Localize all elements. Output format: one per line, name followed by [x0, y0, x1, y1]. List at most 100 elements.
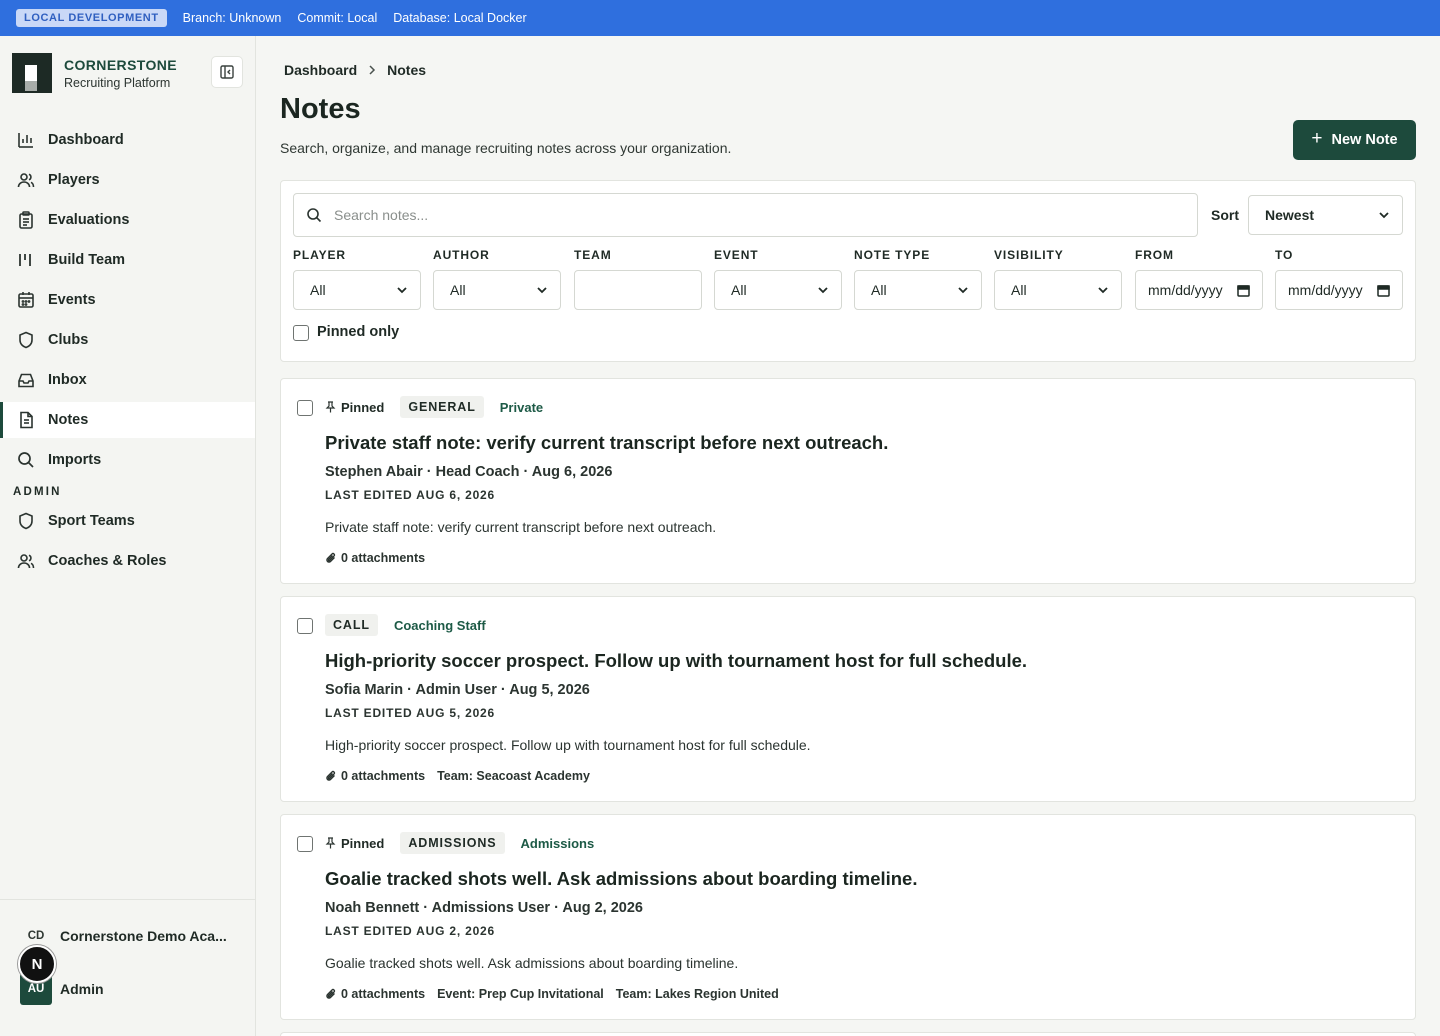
- note-select-checkbox[interactable]: [297, 400, 313, 416]
- branch-info: Branch: Unknown: [182, 11, 282, 25]
- sidebar-item-build-team[interactable]: Build Team: [0, 242, 255, 278]
- author-select[interactable]: All: [433, 270, 561, 310]
- note-tag: Event: Prep Cup Invitational: [437, 987, 604, 1001]
- chevron-down-icon: [1379, 212, 1389, 219]
- note-tag: Team: Seacoast Academy: [437, 769, 590, 783]
- sidebar-item-notes[interactable]: Notes: [0, 402, 255, 438]
- sidebar-item-coaches-roles[interactable]: Coaches & Roles: [0, 543, 255, 579]
- sidebar-item-label: Events: [48, 292, 96, 308]
- note-select-checkbox[interactable]: [297, 836, 313, 852]
- sidebar-item-players[interactable]: Players: [0, 162, 255, 198]
- sidebar-item-dashboard[interactable]: Dashboard: [0, 122, 255, 158]
- filter-panel: Sort Newest PLAYER All AUTHOR All TEAM E…: [280, 180, 1416, 362]
- page-subtitle: Search, organize, and manage recruiting …: [280, 140, 732, 156]
- commit-info: Commit: Local: [297, 11, 378, 25]
- admin-section-label: ADMIN: [13, 486, 62, 498]
- note-title[interactable]: Goalie tracked shots well. Ask admission…: [325, 868, 918, 890]
- sidebar-item-imports[interactable]: Imports: [0, 442, 255, 478]
- sidebar-item-sport-teams[interactable]: Sport Teams: [0, 503, 255, 539]
- note-type-select[interactable]: All: [854, 270, 982, 310]
- chevron-down-icon: [397, 287, 407, 294]
- search-icon: [18, 452, 34, 468]
- team-input[interactable]: [574, 270, 702, 310]
- sidebar-item-inbox[interactable]: Inbox: [0, 362, 255, 398]
- users-icon: [17, 173, 35, 188]
- note-meta: Noah Bennett · Admissions User · Aug 2, …: [325, 900, 643, 916]
- database-info: Database: Local Docker: [393, 11, 527, 25]
- search-input[interactable]: [334, 207, 1134, 223]
- breadcrumb: Dashboard Notes: [284, 62, 426, 78]
- filter-label: FROM: [1135, 248, 1174, 262]
- visibility-filter: VISIBILITY All: [994, 248, 1122, 310]
- dev-tools-badge[interactable]: N: [18, 945, 56, 983]
- sidebar-item-label: Coaches & Roles: [48, 553, 167, 569]
- attachments-label: 0 attachments: [341, 551, 426, 565]
- note-header: CALL Coaching Staff: [325, 613, 486, 637]
- brand-name: CORNERSTONE: [64, 56, 178, 73]
- paperclip-icon: [326, 988, 336, 999]
- note-meta: Sofia Marin · Admin User · Aug 5, 2026: [325, 682, 590, 698]
- filter-label: AUTHOR: [433, 248, 490, 262]
- note-type-badge: ADMISSIONS: [400, 832, 505, 854]
- note-title[interactable]: High-priority soccer prospect. Follow up…: [325, 650, 1027, 672]
- player-select[interactable]: All: [293, 270, 421, 310]
- attachments-label: 0 attachments: [341, 769, 426, 783]
- sidebar-item-events[interactable]: Events: [0, 282, 255, 318]
- calendar-icon[interactable]: [1377, 284, 1390, 297]
- sidebar-item-label: Clubs: [48, 332, 89, 348]
- date-placeholder: mm/dd/yyyy: [1148, 282, 1223, 298]
- note-header: Pinned GENERAL Private: [325, 395, 543, 419]
- player-filter: PLAYER All: [293, 248, 421, 310]
- sort-value: Newest: [1265, 207, 1315, 223]
- sidebar-footer: CD Cornerstone Demo Aca... AU Admin N: [0, 899, 255, 1005]
- search-field[interactable]: [293, 193, 1198, 237]
- sidebar-item-clubs[interactable]: Clubs: [0, 322, 255, 358]
- environment-badge: LOCAL DEVELOPMENT: [16, 9, 167, 27]
- users-icon: [17, 554, 35, 569]
- calendar-icon[interactable]: [1237, 284, 1250, 297]
- sidebar-item-evaluations[interactable]: Evaluations: [0, 202, 255, 238]
- sidebar: CORNERSTONE Recruiting Platform Dashboar…: [0, 36, 256, 1036]
- to-date-input[interactable]: mm/dd/yyyy: [1275, 270, 1403, 310]
- author-filter: AUTHOR All: [433, 248, 561, 310]
- note-title[interactable]: Private staff note: verify current trans…: [325, 432, 888, 454]
- new-note-label: New Note: [1331, 132, 1398, 148]
- clipboard-icon: [19, 211, 33, 229]
- chevron-down-icon: [818, 287, 828, 294]
- select-value: All: [731, 282, 747, 298]
- filter-label: EVENT: [714, 248, 759, 262]
- visibility-select[interactable]: All: [994, 270, 1122, 310]
- pinned-only-checkbox[interactable]: [293, 325, 309, 341]
- breadcrumb-dashboard-link[interactable]: Dashboard: [284, 62, 357, 78]
- date-placeholder: mm/dd/yyyy: [1288, 282, 1363, 298]
- event-select[interactable]: All: [714, 270, 842, 310]
- sidebar-item-label: Dashboard: [48, 132, 124, 148]
- note-card[interactable]: CALL Coaching Staff High-priority soccer…: [280, 596, 1416, 802]
- main-nav: Dashboard Players Evaluations Build Team…: [0, 122, 255, 583]
- visibility-label: Admissions: [520, 835, 595, 851]
- chevron-right-icon: [366, 64, 378, 76]
- pinned-only-toggle[interactable]: Pinned only: [293, 322, 399, 341]
- note-last-edited: LAST EDITED AUG 2, 2026: [325, 924, 495, 938]
- note-card[interactable]: Pinned GENERAL Private Private staff not…: [280, 378, 1416, 584]
- org-switcher[interactable]: CD Cornerstone Demo Aca...: [20, 928, 227, 944]
- new-note-button[interactable]: + New Note: [1293, 120, 1416, 160]
- from-date-input[interactable]: mm/dd/yyyy: [1135, 270, 1263, 310]
- sort-select[interactable]: Newest: [1248, 195, 1403, 235]
- columns-icon: [19, 254, 31, 266]
- pinned-indicator: Pinned: [325, 400, 384, 415]
- note-card[interactable]: Pinned ADMISSIONS Admissions Goalie trac…: [280, 814, 1416, 1020]
- paperclip-icon: [326, 770, 336, 781]
- note-meta: Stephen Abair · Head Coach · Aug 6, 2026: [325, 464, 613, 480]
- collapse-sidebar-button[interactable]: [211, 56, 243, 88]
- breadcrumb-current: Notes: [387, 62, 427, 78]
- visibility-label: Coaching Staff: [393, 617, 486, 633]
- brand-logo: [12, 53, 52, 93]
- note-type-filter: NOTE TYPE All: [854, 248, 982, 310]
- brand-subtitle: Recruiting Platform: [64, 75, 171, 90]
- note-select-checkbox[interactable]: [297, 618, 313, 634]
- search-icon: [307, 208, 322, 223]
- file-text-icon: [20, 411, 33, 429]
- brand[interactable]: CORNERSTONE Recruiting Platform: [12, 53, 177, 93]
- calendar-icon: [18, 292, 34, 308]
